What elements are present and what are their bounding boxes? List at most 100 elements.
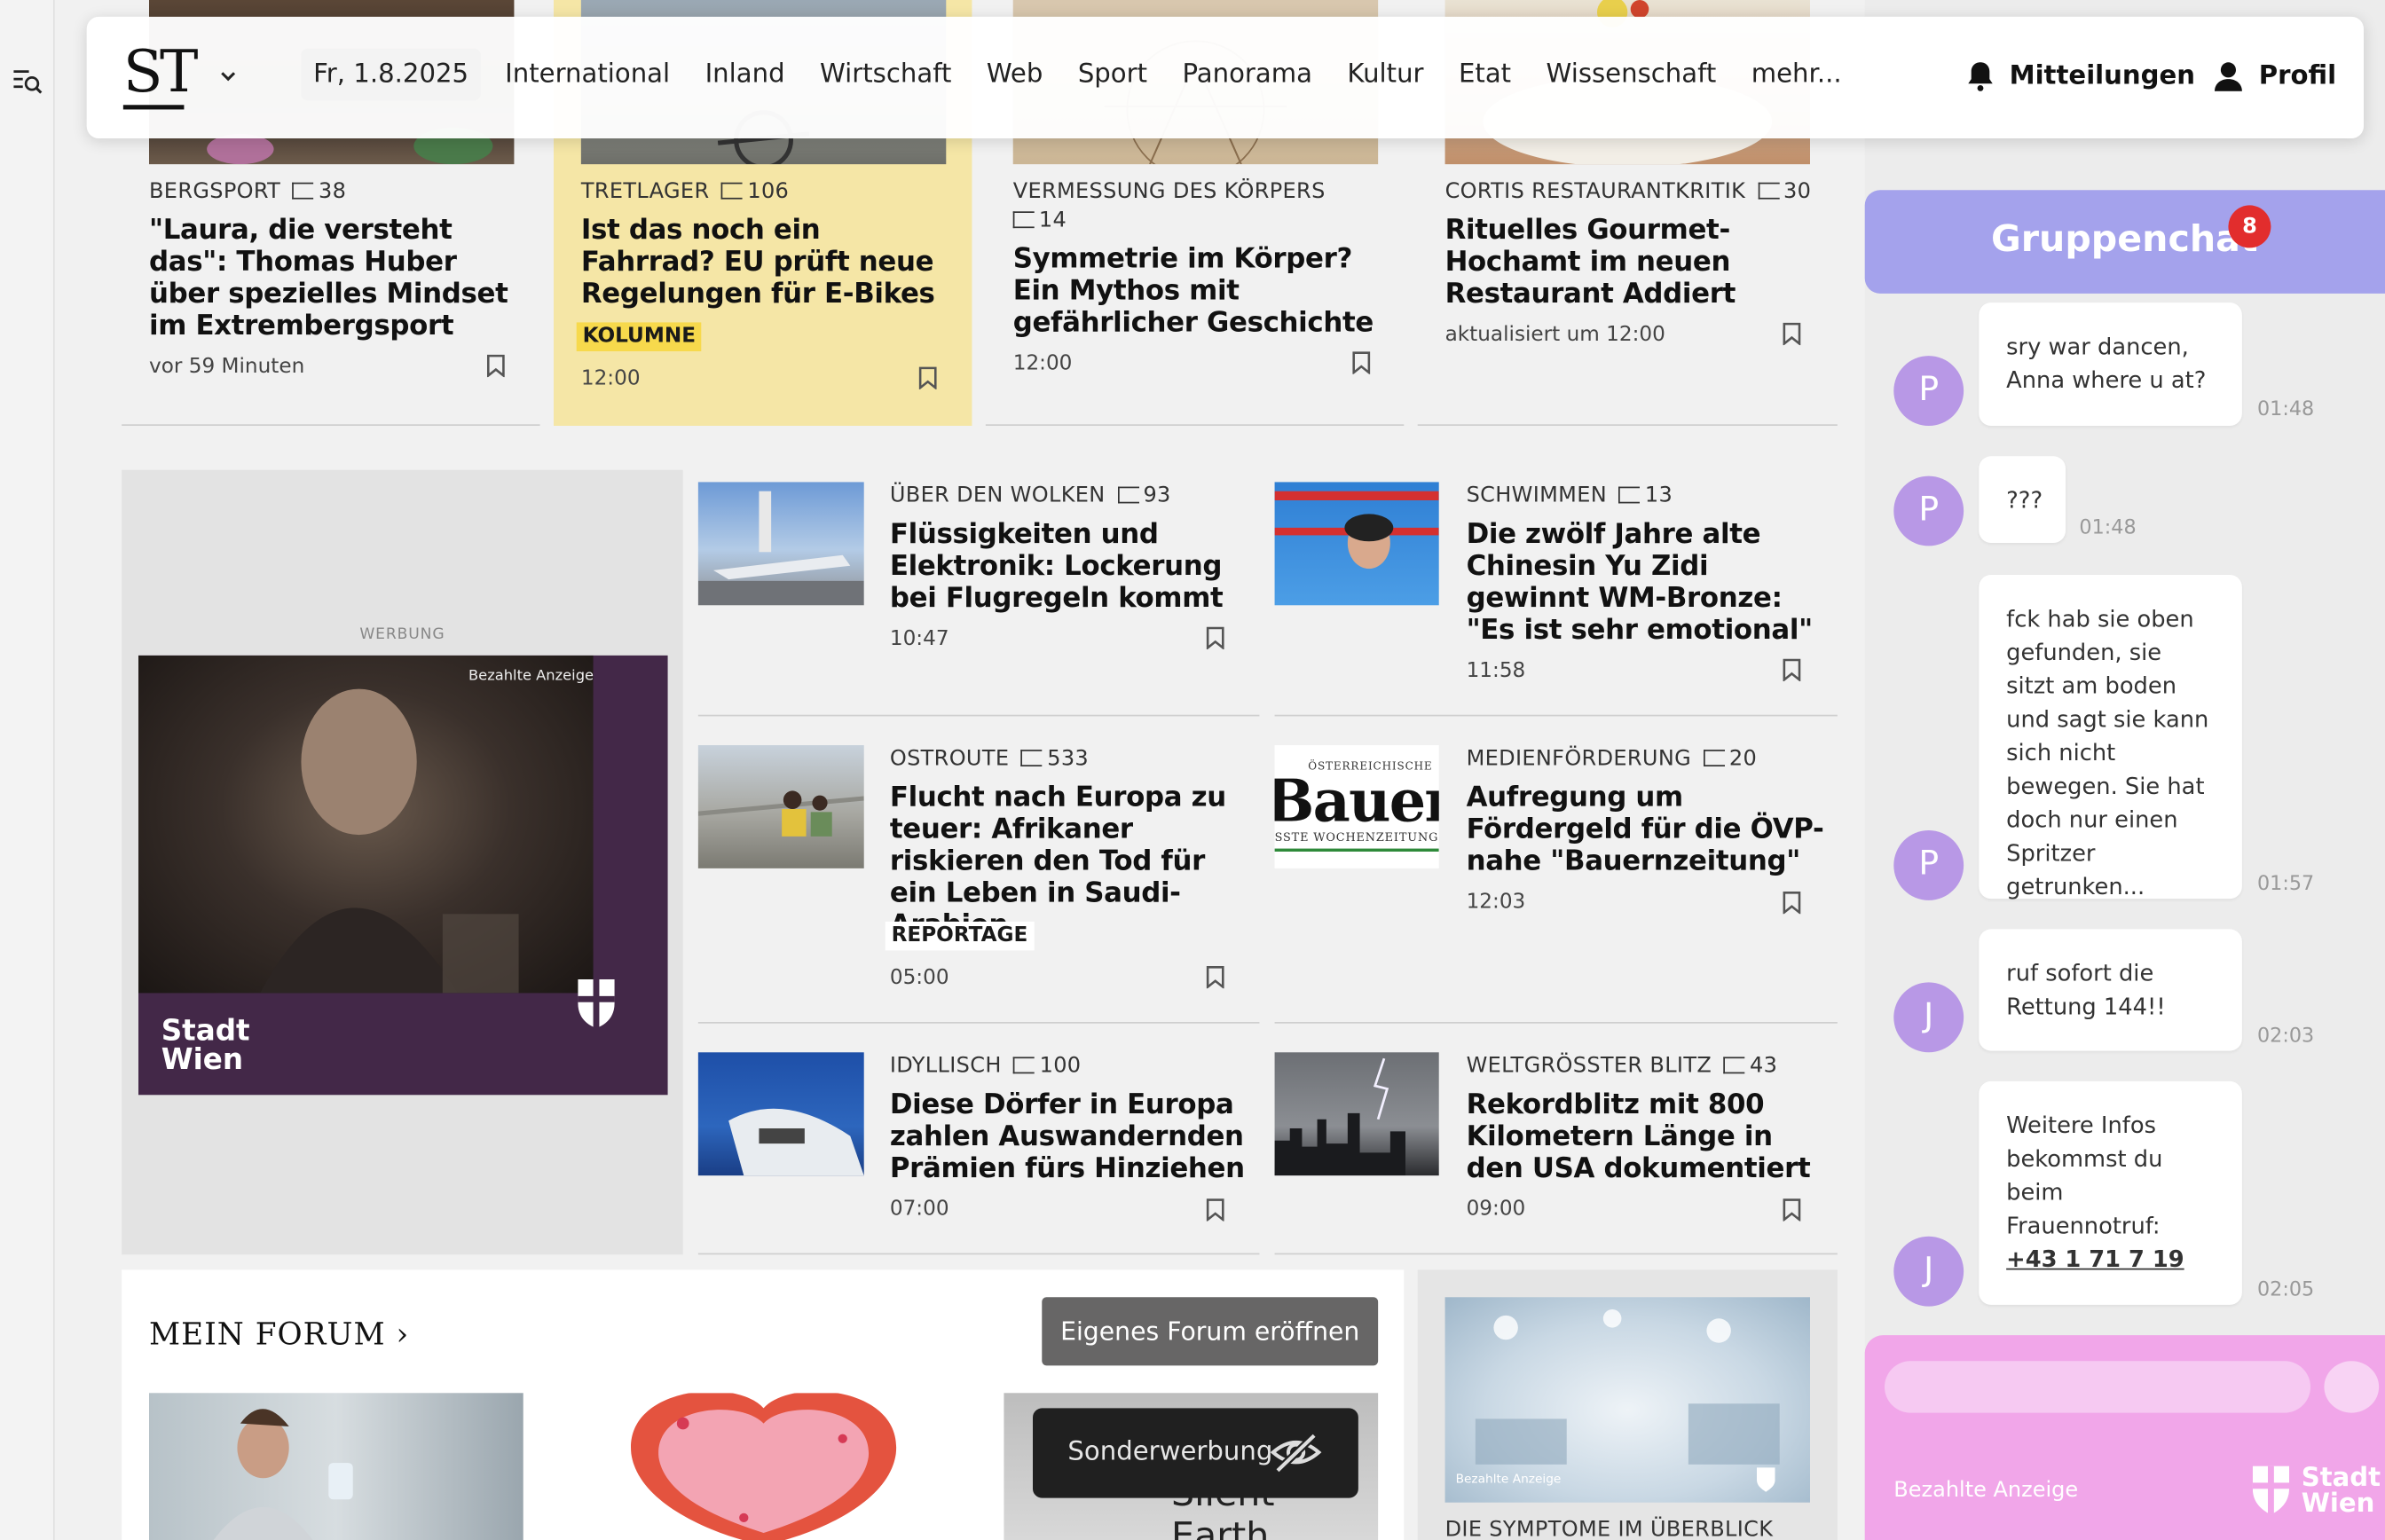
forum-title[interactable]: MEIN FORUM › <box>149 1316 409 1352</box>
ad-brand: Stadt Wien <box>161 1014 250 1077</box>
thumb-text: SSTE WOCHENZEITUNG <box>1274 830 1439 845</box>
chat-input[interactable] <box>1885 1361 2311 1413</box>
notifications-label: Mitteilungen <box>2009 60 2196 91</box>
vienna-shield-icon <box>578 979 615 1030</box>
article-headline[interactable]: "Laura, die versteht das": Thomas Huber … <box>149 215 514 342</box>
article-headline[interactable]: Ist das noch ein Fahrrad? EU prüft neue … <box>581 215 946 310</box>
profile-label: Profil <box>2258 60 2337 91</box>
article-headline[interactable]: Rekordblitz mit 800 Kilometern Länge in … <box>1467 1088 1824 1184</box>
article-headline[interactable]: Diese Dörfer in Europa zahlen Auswandern… <box>890 1088 1248 1184</box>
nav-sport[interactable]: Sport <box>1078 59 1147 93</box>
ad-container: WERBUNG Bezahlte Anzeige Stadt Wien <box>122 469 683 1255</box>
forum-card-image[interactable] <box>149 1393 523 1540</box>
thumb-rule <box>1274 848 1439 852</box>
chat-message: sry war dancen, Anna where u at? <box>1979 302 2242 427</box>
thumb-text: Bauer <box>1275 766 1439 836</box>
article-headline[interactable]: Die zwölf Jahre alte Chinesin Yu Zidi ge… <box>1467 519 1824 647</box>
topic-label: BERGSPORT 38 <box>149 179 347 204</box>
nav-kultur[interactable]: Kultur <box>1347 59 1423 93</box>
article-headline[interactable]: Symmetrie im Körper? Ein Mythos mit gefä… <box>1013 243 1378 339</box>
nav-more[interactable]: mehr... <box>1751 59 1842 93</box>
nav-wirtschaft[interactable]: Wirtschaft <box>820 59 951 93</box>
article-time: aktualisiert um 12:00 <box>1444 322 1665 347</box>
topic-label: IDYLLISCH 100 <box>889 1054 1082 1079</box>
sonderwerbung-text: Sonderwerbung <box>1067 1437 1273 1468</box>
left-sidebar-strip <box>0 0 55 1540</box>
chat-timestamp: 01:57 <box>2257 873 2315 896</box>
article-image[interactable] <box>697 745 864 868</box>
comment-count: 14 <box>1012 207 1067 234</box>
bookmark-icon[interactable] <box>1783 1198 1801 1222</box>
article-image[interactable] <box>1274 1052 1439 1176</box>
divider <box>697 1022 1260 1024</box>
topic-label: MEDIENFÖRDERUNG 20 <box>1466 746 1758 772</box>
sonderwerbung-label[interactable]: Sonderwerbung <box>1033 1408 1358 1498</box>
bookmark-icon[interactable] <box>1783 658 1801 682</box>
comment-icon <box>1757 182 1779 200</box>
article-time: 07:00 <box>889 1197 949 1222</box>
vienna-shield-icon <box>1757 1467 1775 1492</box>
bookmark-icon[interactable] <box>1206 626 1224 650</box>
article-headline[interactable]: Flucht nach Europa zu teuer: Afrikaner r… <box>890 782 1248 941</box>
chevron-down-icon[interactable] <box>217 66 239 87</box>
chat-timestamp: 01:48 <box>2257 398 2315 421</box>
chat-message: Weitere Infos bekommst du beim Frauennot… <box>1979 1080 2242 1305</box>
top-header: ST Fr, 1.8.2025 International Inland Wir… <box>86 16 2365 139</box>
chat-avatar: P <box>1893 830 1964 900</box>
nav-wissenschaft[interactable]: Wissenschaft <box>1547 59 1717 93</box>
article-image[interactable] <box>1274 482 1439 606</box>
article-time: vor 59 Minuten <box>149 354 305 379</box>
article-headline[interactable]: Aufregung um Fördergeld für die ÖVP-nahe… <box>1467 782 1824 877</box>
divider <box>1274 714 1838 717</box>
article-headline[interactable]: Rituelles Gourmet-Hoch­amt im neuen Rest… <box>1445 215 1810 310</box>
notifications-button[interactable]: Mitteilungen <box>1967 59 2195 93</box>
send-button[interactable] <box>2324 1361 2380 1413</box>
bookmark-icon[interactable] <box>1352 351 1371 374</box>
nav-panorama[interactable]: Panorama <box>1182 59 1312 93</box>
article-time: 12:00 <box>580 366 641 391</box>
article-time: 05:00 <box>889 965 949 991</box>
comment-icon <box>1618 486 1641 504</box>
nav-international[interactable]: International <box>505 59 670 93</box>
helpline-phone-link[interactable]: +43 1 71 7 19 <box>2006 1245 2184 1273</box>
side-ad-image[interactable]: Bezahlte Anzeige <box>1444 1297 1811 1503</box>
profile-button[interactable]: Profil <box>2213 59 2336 93</box>
article-time: 10:47 <box>889 626 949 651</box>
chat-ad-paid-label: Bezahlte Anzeige <box>1893 1478 2079 1503</box>
bookmark-icon[interactable] <box>1783 892 1801 915</box>
divider <box>1417 424 1838 427</box>
comment-icon <box>1012 211 1035 229</box>
forum-card-image[interactable] <box>576 1393 951 1540</box>
bookmark-icon[interactable] <box>1783 322 1801 346</box>
bookmark-icon[interactable] <box>918 366 937 389</box>
eye-off-icon[interactable] <box>1270 1433 1322 1473</box>
bookmark-icon[interactable] <box>1206 966 1224 989</box>
article-image[interactable] <box>697 482 864 606</box>
article-headline[interactable]: Flüssigkeiten und Elektronik: Lockerung … <box>890 519 1248 615</box>
chat-ad-brand: Stadt Wien <box>2301 1463 2381 1520</box>
ad-banner[interactable]: Bezahlte Anzeige Stadt Wien <box>138 655 668 1096</box>
topic-label: OSTROUTE 533 <box>889 746 1090 772</box>
article-time: 11:58 <box>1466 658 1526 683</box>
comment-icon <box>721 182 744 200</box>
bookmark-icon[interactable] <box>1206 1198 1224 1222</box>
topic-label: CORTIS RESTAURANTKRITIK 30 <box>1444 179 1812 204</box>
nav-etat[interactable]: Etat <box>1459 59 1511 93</box>
open-forum-button[interactable]: Eigenes Forum eröffnen <box>1042 1297 1379 1366</box>
kicker-label: REPORTAGE <box>885 921 1035 951</box>
nav-web[interactable]: Web <box>987 59 1043 93</box>
user-icon <box>2215 62 2242 91</box>
side-ad-teaser[interactable]: DIE SYMPTOME IM ÜBERBLICK <box>1445 1516 1774 1540</box>
article-image[interactable]: ÖSTERREICHISCHE Bauer SSTE WOCHENZEITUNG <box>1274 745 1439 868</box>
article-image[interactable] <box>697 1052 864 1176</box>
logo-underline <box>122 105 185 110</box>
divider <box>985 424 1405 427</box>
site-logo[interactable]: ST <box>123 35 199 107</box>
nav-inland[interactable]: Inland <box>705 59 785 93</box>
article-time: 12:00 <box>1012 351 1073 376</box>
group-chat-header[interactable]: Gruppenchat 8 <box>1864 190 2385 294</box>
chat-title: Gruppenchat <box>1991 217 2258 261</box>
bookmark-icon[interactable] <box>487 354 506 378</box>
menu-search-icon[interactable] <box>12 67 43 94</box>
chat-input-area: Bezahlte Anzeige Stadt Wien <box>1864 1335 2385 1540</box>
